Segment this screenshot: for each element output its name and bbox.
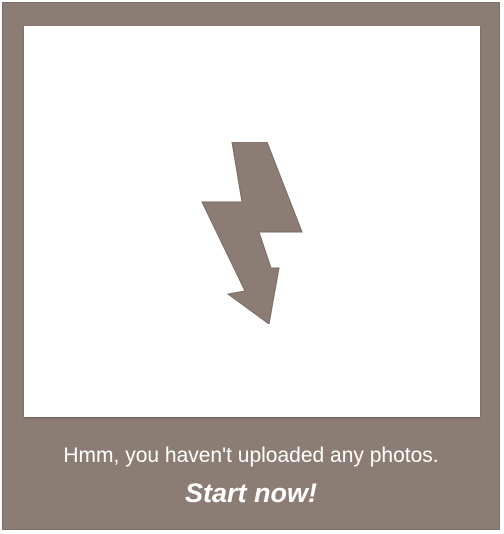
start-now-link[interactable]: Start now! (2, 476, 500, 510)
empty-photos-card: Hmm, you haven't uploaded any photos. St… (2, 2, 500, 530)
photo-placeholder (24, 26, 480, 417)
lightning-arrow-icon (201, 142, 303, 324)
empty-state-message: Hmm, you haven't uploaded any photos. (63, 444, 439, 467)
